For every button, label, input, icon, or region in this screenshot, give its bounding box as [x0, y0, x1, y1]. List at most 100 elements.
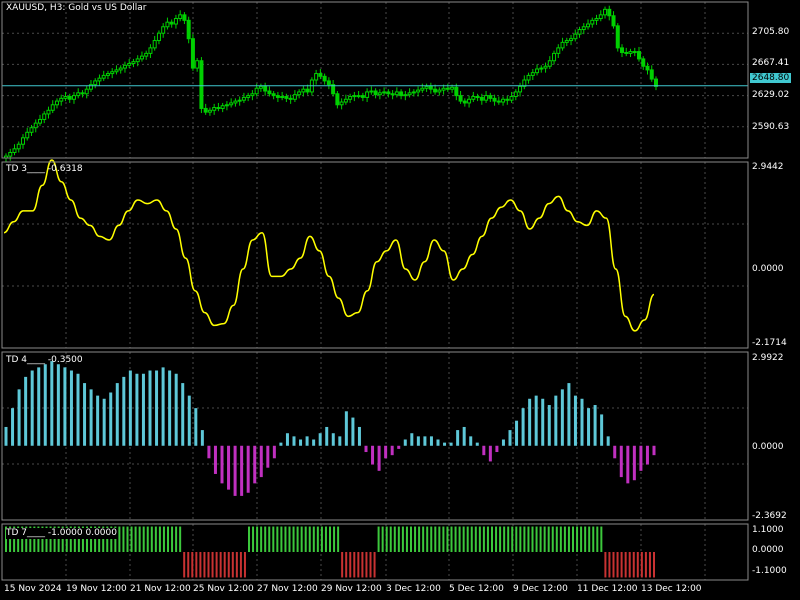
candle-body	[441, 87, 446, 91]
candle-body	[433, 88, 438, 93]
candle-body	[139, 55, 144, 60]
candle-body	[84, 88, 89, 95]
candle-body	[339, 101, 344, 106]
candle-body	[203, 107, 208, 113]
td7-axis-label: 0.0000	[752, 545, 784, 555]
candle-body	[377, 92, 382, 96]
candle-body	[488, 95, 493, 99]
candle-body	[250, 93, 255, 97]
candle-body	[76, 92, 81, 97]
candle-body	[288, 97, 293, 100]
candle-body	[479, 96, 484, 101]
candle-body	[513, 91, 518, 98]
candle-body	[93, 80, 98, 86]
candle-body	[360, 95, 365, 98]
candle-body	[526, 74, 531, 81]
candle-body	[496, 100, 501, 103]
candle-body	[267, 90, 272, 95]
candle-body	[148, 47, 153, 54]
td7-axis-label: -1.1000	[752, 566, 787, 576]
candle-body	[390, 93, 395, 96]
td7-title: TD 7____ -1.0000 0.0000	[6, 528, 117, 539]
time-axis-label: 9 Dec 12:00	[513, 584, 568, 594]
candle-body	[462, 100, 467, 104]
candle-body	[144, 52, 149, 57]
candle-body	[173, 18, 178, 25]
time-axis-label: 19 Nov 12:00	[66, 584, 127, 594]
candle-body	[394, 91, 399, 96]
candle-body	[577, 29, 582, 35]
td4-axis-label: -2.3692	[752, 511, 787, 521]
candle-body	[305, 88, 310, 93]
chart-title: XAUUSD, H3: Gold vs US Dollar	[6, 3, 147, 13]
td3-panel-frame	[1, 161, 749, 349]
candle-body	[212, 107, 217, 111]
candle-body	[611, 15, 616, 27]
candle-body	[207, 109, 212, 113]
candle-body	[118, 67, 123, 71]
panel-frames	[1, 1, 749, 581]
candle-body	[569, 38, 574, 42]
candle-body	[46, 109, 51, 115]
time-axis-label: 11 Dec 12:00	[577, 584, 638, 594]
candle-body	[297, 91, 302, 96]
time-axis-label: 21 Nov 12:00	[130, 584, 191, 594]
td3-title: TD 3____ -0.6318	[6, 164, 83, 174]
candle-body	[348, 96, 353, 100]
candle-body	[518, 85, 523, 93]
candle-body	[399, 91, 404, 97]
price-axis-label: 2667.41	[752, 58, 790, 68]
candle-body	[501, 98, 506, 103]
price-candles	[2, 5, 748, 162]
candle-body	[152, 40, 157, 49]
candle-body	[556, 47, 561, 54]
candle-body	[343, 98, 348, 103]
candle-body	[178, 14, 183, 20]
candle-body	[560, 41, 565, 49]
td3-axis-label: 2.9442	[752, 162, 784, 172]
candle-body	[403, 94, 408, 97]
candle-body	[258, 85, 263, 89]
candle-body	[322, 75, 327, 82]
candle-body	[186, 19, 191, 40]
candle-body	[105, 73, 110, 76]
td4-axis-label: 2.9922	[752, 353, 784, 363]
candle-body	[29, 127, 34, 133]
candle-body	[314, 73, 319, 81]
candle-body	[641, 58, 646, 67]
candle-body	[156, 32, 161, 42]
td3-axis-label: -2.1714	[752, 338, 787, 348]
candle-body	[335, 93, 340, 106]
candle-body	[603, 8, 608, 16]
candle-body	[607, 8, 612, 17]
candle-body	[292, 94, 297, 100]
candle-body	[8, 151, 13, 157]
candle-body	[280, 96, 285, 99]
candle-body	[67, 96, 72, 100]
candle-body	[535, 68, 540, 74]
candle-body	[637, 51, 642, 60]
candle-body	[369, 90, 374, 93]
candle-body	[97, 77, 102, 82]
candle-body	[530, 72, 535, 76]
candle-body	[122, 64, 127, 69]
candle-body	[645, 65, 650, 71]
candle-body	[539, 67, 544, 70]
candle-body	[71, 95, 76, 100]
candle-body	[471, 96, 476, 100]
candle-body	[547, 60, 552, 67]
candle-body	[284, 96, 289, 99]
candle-body	[301, 88, 306, 93]
chart-canvas[interactable]	[0, 0, 800, 600]
td4-panel-frame	[1, 351, 749, 521]
td4-title: TD 4____ -0.3500	[6, 355, 83, 365]
candle-body	[484, 95, 489, 101]
candle-body	[416, 89, 421, 93]
candle-body	[135, 58, 140, 63]
time-axis-label: 5 Dec 12:00	[449, 584, 504, 594]
candle-body	[373, 90, 378, 96]
candle-body	[37, 118, 42, 124]
candle-body	[114, 69, 119, 73]
candle-body	[318, 73, 323, 77]
candle-body	[165, 21, 170, 28]
